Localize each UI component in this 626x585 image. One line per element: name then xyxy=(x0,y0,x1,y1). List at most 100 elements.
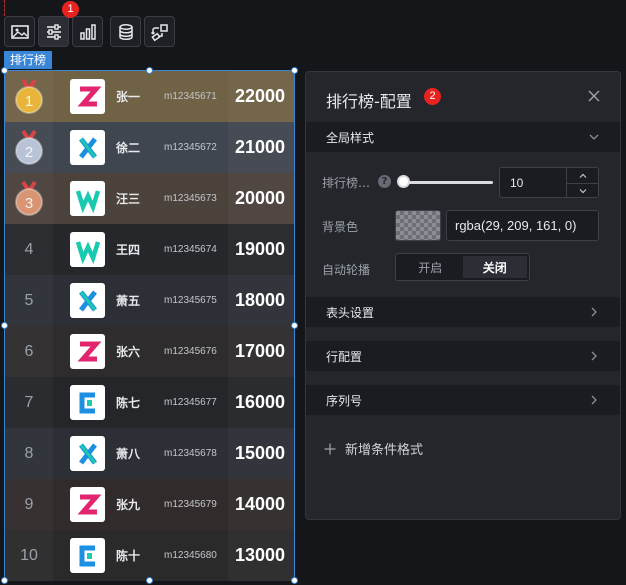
player-name: 陈十 xyxy=(116,549,141,563)
brand-logo-icon xyxy=(70,538,105,573)
brand-logo-icon xyxy=(70,130,105,165)
editor-toolbar: 1 xyxy=(4,1,175,47)
color-picker-swatch[interactable] xyxy=(395,210,441,241)
ranking-row: 4 王四 m12345674 19000 xyxy=(5,224,294,275)
brand-logo-icon xyxy=(70,79,105,114)
player-id: m12345680 xyxy=(164,550,217,561)
brand-logo-icon xyxy=(70,232,105,267)
image-button[interactable] xyxy=(4,16,35,47)
section-label: 全局样式 xyxy=(326,130,375,145)
rank-number: 9 xyxy=(5,479,53,530)
rank-number: 6 xyxy=(5,326,53,377)
brand-logo-icon xyxy=(70,385,105,420)
panel-title: 排行榜-配置 xyxy=(326,92,412,111)
player-score: 15000 xyxy=(228,428,294,479)
image-icon xyxy=(10,24,29,39)
player-id: m12345672 xyxy=(164,142,217,153)
resize-handle-right[interactable] xyxy=(291,322,298,329)
chevron-up-icon xyxy=(579,173,586,178)
resize-handle-bottom-left[interactable] xyxy=(1,577,8,584)
rank-number: 5 xyxy=(5,275,53,326)
bar-chart-icon xyxy=(79,23,96,40)
chevron-right-icon xyxy=(591,307,597,317)
resize-handle-left[interactable] xyxy=(1,322,8,329)
ranking-row: 7 陈七 m12345677 16000 xyxy=(5,377,294,428)
player-id: m12345673 xyxy=(164,193,217,204)
plus-icon xyxy=(324,443,336,454)
brand-logo-icon xyxy=(70,283,105,318)
rows-count-input[interactable]: 10 xyxy=(499,167,599,198)
section-label: 行配置 xyxy=(326,349,363,364)
link-transform-icon xyxy=(150,23,168,41)
ranking-row: 5 萧五 m12345675 18000 xyxy=(5,275,294,326)
component-name-tag[interactable]: 排行榜 xyxy=(4,51,53,69)
autoplay-off-option[interactable]: 关闭 xyxy=(462,256,527,278)
help-icon[interactable]: ? xyxy=(378,175,391,188)
section-header-settings[interactable]: 表头设置 xyxy=(306,297,620,327)
rows-slider-thumb[interactable] xyxy=(397,175,410,188)
section-row-config[interactable]: 行配置 xyxy=(306,341,620,371)
player-score: 13000 xyxy=(228,530,294,581)
rows-count-value[interactable]: 10 xyxy=(510,176,523,190)
brand-logo-icon xyxy=(70,487,105,522)
autoplay-on-option[interactable]: 开启 xyxy=(398,256,463,278)
rank-number: 7 xyxy=(5,377,53,428)
player-score: 20000 xyxy=(228,173,294,224)
selection-guide xyxy=(4,0,5,16)
player-score: 17000 xyxy=(228,326,294,377)
player-name: 萧八 xyxy=(116,447,141,461)
panel-header: 排行榜-配置 2 xyxy=(306,72,620,122)
player-id: m12345679 xyxy=(164,499,217,510)
background-color-label: 背景色 xyxy=(322,220,359,234)
decrement-button[interactable] xyxy=(566,183,598,198)
background-color-input[interactable]: rgba(29, 209, 161, 0) xyxy=(446,210,599,241)
rank-number: 8 xyxy=(5,428,53,479)
player-score: 21000 xyxy=(228,122,294,173)
chevron-down-icon xyxy=(579,189,586,194)
data-chart-button[interactable] xyxy=(72,16,103,47)
ranking-row: 10 陈十 m12345680 13000 xyxy=(5,530,294,581)
player-score: 18000 xyxy=(228,275,294,326)
player-score: 16000 xyxy=(228,377,294,428)
sliders-icon xyxy=(46,23,61,40)
player-id: m12345676 xyxy=(164,346,217,357)
resize-handle-bottom-right[interactable] xyxy=(291,577,298,584)
svg-text:2: 2 xyxy=(25,144,33,161)
player-id: m12345678 xyxy=(164,448,217,459)
interaction-button[interactable] xyxy=(144,16,175,47)
ranking-row: 6 张六 m12345676 17000 xyxy=(5,326,294,377)
ranking-board[interactable]: 1 张一 m12345671 22000 2 徐二 m12345672 21000 3 汪三 m12… xyxy=(4,70,295,581)
player-name: 陈七 xyxy=(116,396,141,410)
chevron-down-icon xyxy=(589,134,599,140)
add-conditional-format-button[interactable]: 新增条件格式 xyxy=(324,439,423,458)
player-score: 19000 xyxy=(228,224,294,275)
data-source-button[interactable] xyxy=(110,16,141,47)
player-name: 张六 xyxy=(116,345,141,359)
increment-button[interactable] xyxy=(566,168,598,183)
close-icon[interactable] xyxy=(586,88,602,104)
ranking-row: 8 萧八 m12345678 15000 xyxy=(5,428,294,479)
player-name: 张九 xyxy=(116,498,141,512)
section-index-number[interactable]: 序列号 xyxy=(306,385,620,415)
player-name: 张一 xyxy=(116,90,141,104)
section-global-style[interactable]: 全局样式 xyxy=(306,122,620,152)
add-conditional-format-label: 新增条件格式 xyxy=(345,443,424,458)
resize-handle-bottom[interactable] xyxy=(146,577,153,584)
ranking-row: 3 汪三 m12345673 20000 xyxy=(5,173,294,224)
player-id: m12345671 xyxy=(164,91,217,102)
rows-slider[interactable] xyxy=(401,181,493,184)
config-panel: 排行榜-配置 2 全局样式 排行榜… ? 10 背景色 rgba(29, 209… xyxy=(305,71,621,520)
bronze-medal-icon: 3 xyxy=(5,173,53,224)
svg-text:3: 3 xyxy=(25,195,33,212)
resize-handle-top-left[interactable] xyxy=(1,67,8,74)
resize-handle-top[interactable] xyxy=(146,67,153,74)
brand-logo-icon xyxy=(70,436,105,471)
style-settings-button[interactable]: 1 xyxy=(38,1,79,47)
resize-handle-top-right[interactable] xyxy=(291,67,298,74)
brand-logo-icon xyxy=(70,181,105,216)
rank-number: 10 xyxy=(5,530,53,581)
step-badge-2: 2 xyxy=(424,88,441,105)
section-label: 序列号 xyxy=(326,393,363,408)
player-id: m12345675 xyxy=(164,295,217,306)
player-score: 22000 xyxy=(228,71,294,122)
